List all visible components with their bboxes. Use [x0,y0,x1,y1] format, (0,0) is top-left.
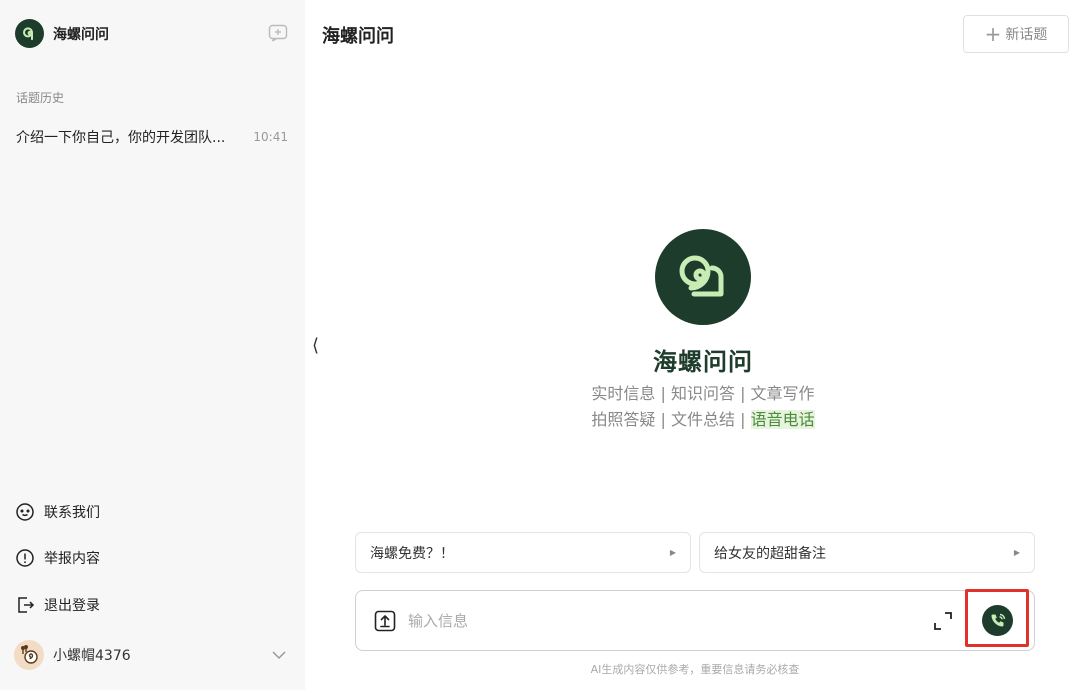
username: 小螺帽4376 [53,648,131,664]
voice-call-highlight: 语音电话 [750,410,815,429]
brand-title: 海螺问问 [53,26,109,43]
voice-call-button[interactable] [982,605,1013,636]
upload-icon[interactable] [374,610,396,632]
history-label: 话题历史 [16,91,65,105]
snail-logo-icon [15,19,44,48]
page-title: 海螺问问 [322,26,394,47]
composer [355,589,1035,651]
new-topic-label: 新话题 [1005,27,1048,43]
new-topic-button[interactable]: + 新话题 [963,15,1069,53]
logout-label: 退出登录 [44,598,100,614]
avatar [14,640,44,670]
history-item[interactable]: 介绍一下你自己，你的开发团队... 10:41 [8,118,298,156]
caret-right-icon: ▶ [669,548,676,557]
message-input[interactable] [408,607,908,635]
hero-features-line-1: 实时信息 | 知识问答 | 文章写作 [591,384,815,403]
suggestion-chip[interactable]: 给女友的超甜备注 ▶ [699,532,1035,573]
history-item-title: 介绍一下你自己，你的开发团队... [16,130,226,146]
chat-bubble-icon [16,503,34,521]
caret-right-icon: ▶ [1013,548,1020,557]
alert-circle-icon [16,549,34,567]
contact-us-link[interactable]: 联系我们 [15,502,100,522]
hero-features-prefix: 拍照答疑 | 文件总结 | [591,410,751,429]
sidebar: 海螺问问 话题历史 介绍一下你自己，你的开发团队... 10:41 联系我们 举… [0,0,305,690]
logout-icon [18,597,35,613]
suggestion-label: 给女友的超甜备注 [714,545,826,562]
logout-link[interactable]: 退出登录 [15,595,100,615]
contact-us-label: 联系我们 [44,505,100,521]
suggestion-label: 海螺免费？！ [370,545,454,562]
history-item-time: 10:41 [253,130,288,144]
phone-icon [990,613,1005,627]
brand[interactable]: 海螺问问 [15,19,109,48]
new-chat-icon[interactable] [268,24,288,42]
disclaimer: AI生成内容仅供参考，重要信息请务必核查 [590,663,800,676]
report-content-label: 举报内容 [44,551,100,567]
expand-icon[interactable] [932,610,954,632]
user-menu[interactable]: 小螺帽4376 [14,640,289,670]
snail-logo-icon [655,229,751,325]
collapse-sidebar-icon[interactable]: ⟨ [312,335,319,356]
plus-icon: + [984,22,1002,46]
hero-features-line-2: 拍照答疑 | 文件总结 | 语音电话 [560,406,846,430]
hero-title: 海螺问问 [653,348,753,376]
report-content-link[interactable]: 举报内容 [15,548,100,568]
chevron-down-icon[interactable] [271,647,287,663]
suggestion-chip[interactable]: 海螺免费？！ ▶ [355,532,691,573]
